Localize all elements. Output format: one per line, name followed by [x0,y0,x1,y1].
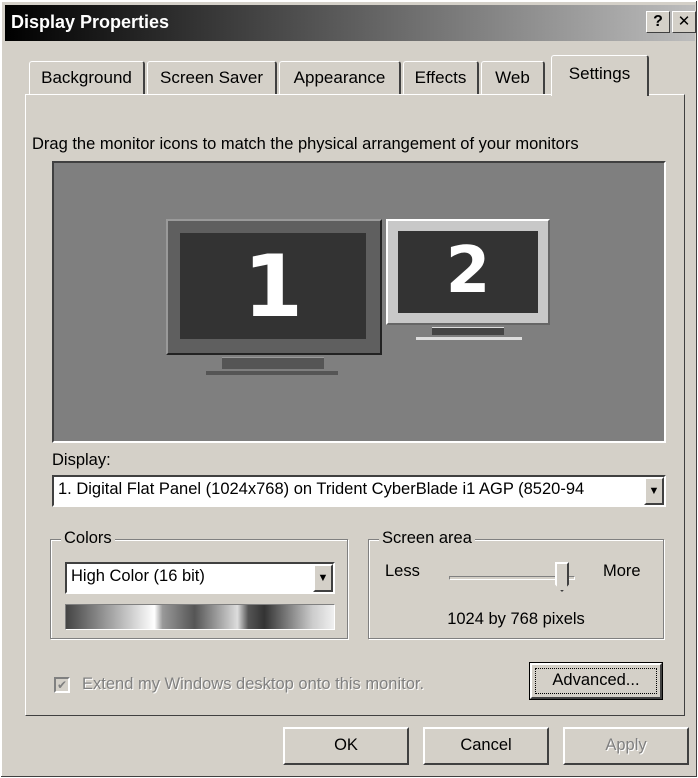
ok-button-label: OK [334,736,358,754]
apply-button-label: Apply [605,736,647,754]
screen-area-slider-thumb[interactable] [555,562,569,592]
ok-button[interactable]: OK [283,727,409,765]
monitor-2-screen: 2 [398,231,538,313]
less-label: Less [385,562,420,580]
colors-group-title: Colors [61,529,115,548]
colors-dropdown-button[interactable]: ▼ [313,564,333,592]
chevron-down-icon: ▼ [317,572,329,584]
tab-appearance[interactable]: Appearance [279,61,401,94]
monitor-1-screen: 1 [180,233,366,339]
tab-background[interactable]: Background [29,61,145,94]
cancel-button[interactable]: Cancel [423,727,549,765]
cancel-button-label: Cancel [460,736,512,754]
display-label: Display: [52,451,111,469]
tab-label: Settings [568,64,631,83]
monitor-arrangement-area[interactable]: 1 2 [52,161,666,443]
monitor-1-stand [222,357,324,369]
monitor-2-base [416,337,522,340]
tab-web[interactable]: Web [481,61,545,94]
chevron-down-icon: ▼ [648,485,660,497]
monitor-2-stand [432,327,504,335]
display-select[interactable]: 1. Digital Flat Panel (1024x768) on Trid… [52,475,666,507]
more-label: More [603,562,641,580]
monitor-1-base [206,371,338,375]
tab-settings[interactable]: Settings [551,55,649,96]
focus-ring [535,668,657,694]
settings-panel: Drag the monitor icons to match the phys… [25,94,685,716]
help-button[interactable]: ? [646,11,670,33]
extend-desktop-checkbox[interactable]: ✔ [54,677,70,693]
color-preview-bar [65,604,335,630]
colors-select-value: High Color (16 bit) [71,567,205,585]
monitor-2-icon[interactable]: 2 [386,219,554,349]
display-dropdown-button[interactable]: ▼ [644,477,664,505]
display-properties-dialog: Display Properties ? ✕ Background Screen… [0,0,698,778]
extend-desktop-label: Extend my Windows desktop onto this moni… [82,675,425,693]
display-select-value: 1. Digital Flat Panel (1024x768) on Trid… [58,480,585,498]
checkmark-icon: ✔ [56,678,68,692]
monitor-1-icon[interactable]: 1 [166,219,384,383]
close-button[interactable]: ✕ [672,11,696,33]
title-bar[interactable]: Display Properties ? ✕ [5,5,696,41]
tab-label: Screen Saver [160,68,263,87]
window-title: Display Properties [11,12,170,32]
instruction-text: Drag the monitor icons to match the phys… [32,135,579,153]
tab-label: Background [41,68,132,87]
resolution-text: 1024 by 768 pixels [447,610,585,628]
screen-area-group-title: Screen area [379,529,475,548]
screen-area-group: Screen area Less More 1024 by 768 pixels [368,529,664,639]
monitor-1-number: 1 [243,237,303,337]
colors-group: Colors High Color (16 bit) ▼ [50,529,348,639]
tab-label: Effects [414,68,467,87]
colors-select[interactable]: High Color (16 bit) ▼ [65,562,335,594]
tab-screen-saver[interactable]: Screen Saver [147,61,277,94]
tab-label: Appearance [293,68,386,87]
monitor-2-number: 2 [445,234,491,308]
tab-label: Web [495,68,530,87]
apply-button[interactable]: Apply [563,727,689,765]
close-icon: ✕ [677,13,691,30]
advanced-button[interactable]: Advanced... [530,663,662,699]
tab-effects[interactable]: Effects [403,61,479,94]
